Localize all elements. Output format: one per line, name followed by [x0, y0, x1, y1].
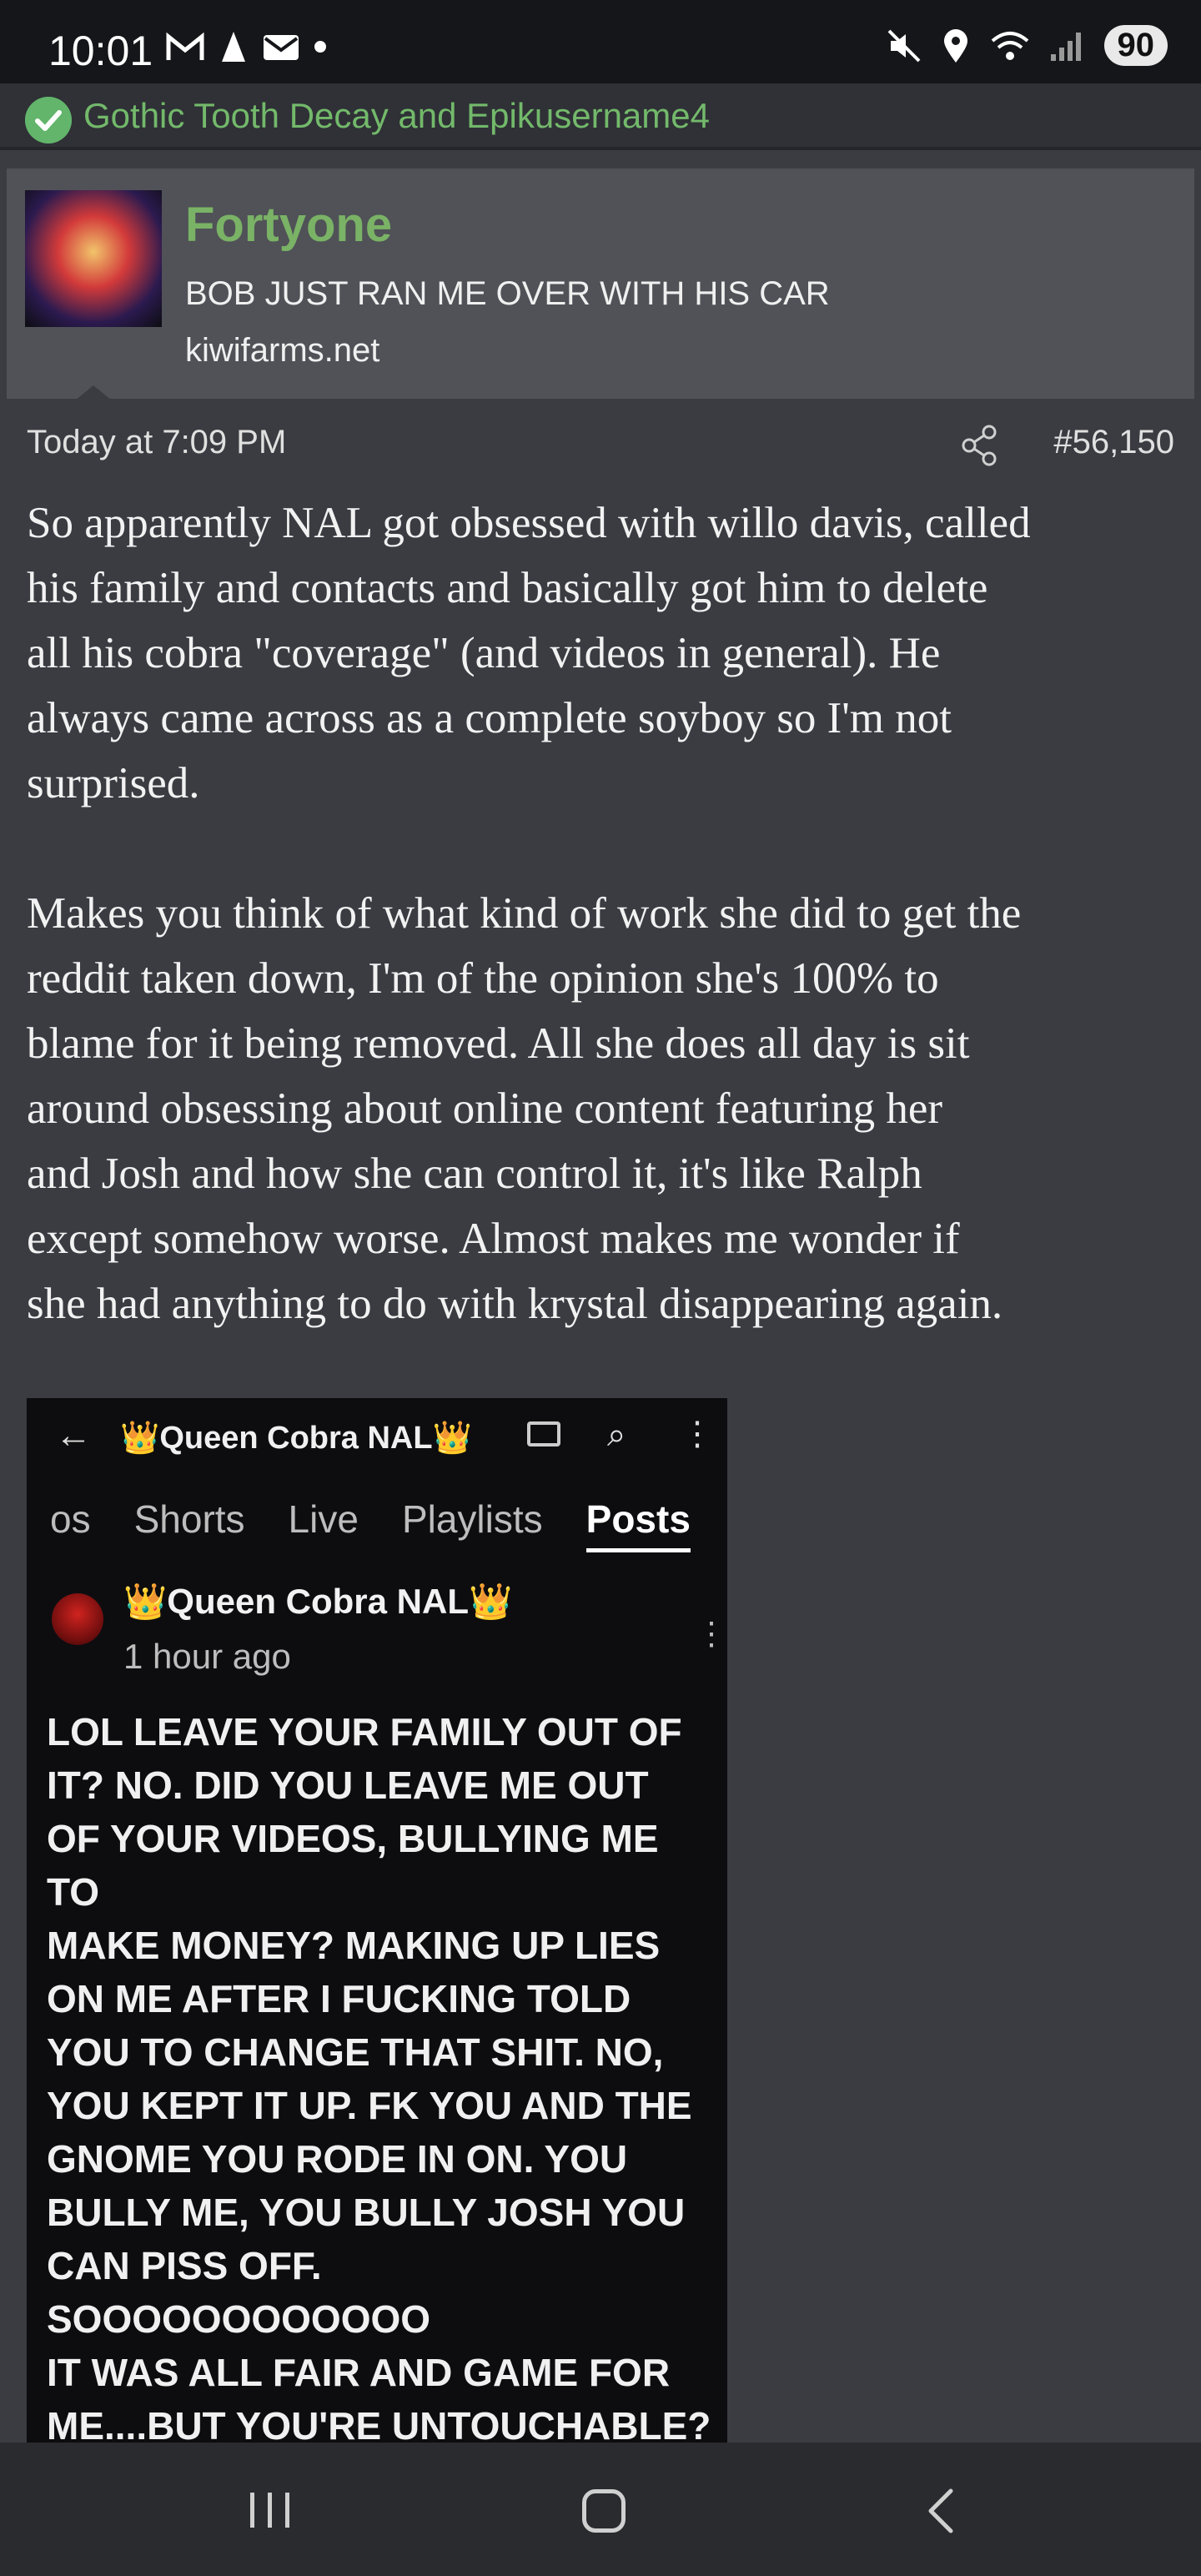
quote-notch [75, 385, 112, 400]
link-domain: kiwifarms.net [185, 332, 380, 369]
post-age: 1 hour ago [123, 1637, 291, 1676]
post-author: 👑Queen Cobra NAL👑 [123, 1582, 513, 1621]
avatar [52, 1593, 103, 1645]
battery-indicator: 90 [1103, 25, 1168, 66]
tab-posts: Posts [585, 1497, 691, 1552]
post-number[interactable]: #56,150 [1053, 424, 1174, 461]
back-arrow-icon: ← [55, 1415, 92, 1456]
gmail-icon [166, 32, 204, 60]
location-icon [943, 28, 967, 63]
more-vertical-icon: ⋮ [681, 1416, 714, 1452]
tab-shorts: Shorts [133, 1497, 245, 1541]
link-title[interactable]: Fortyone [185, 197, 392, 253]
system-icons: 90 [886, 25, 1168, 66]
tab-live: Live [288, 1497, 359, 1541]
wifi-icon [991, 31, 1028, 60]
community-post-text: LOL LEAVE YOUR FAMILY OUT OF IT? NO. DID… [47, 1710, 711, 2443]
post-paragraph: So apparently NAL got obsessed with will… [27, 499, 1031, 808]
check-icon [25, 97, 72, 143]
mail-icon [264, 35, 299, 60]
channel-tabs: os Shorts Live Playlists Posts [50, 1497, 691, 1552]
tab-videos: os [50, 1497, 91, 1541]
mute-icon [887, 29, 920, 62]
status-time: 10:01 [48, 28, 153, 74]
recents-icon[interactable] [247, 2491, 294, 2529]
tab-playlists: Playlists [401, 1497, 543, 1541]
channel-title: 👑Queen Cobra NAL👑 [120, 1421, 472, 1456]
post-body: So apparently NAL got obsessed with will… [27, 491, 1186, 1336]
app-icon [222, 32, 245, 62]
back-icon[interactable] [924, 2488, 957, 2534]
post-timestamp[interactable]: Today at 7:09 PM [27, 424, 286, 461]
link-subtitle: BOB JUST RAN ME OVER WITH HIS CAR [185, 275, 830, 312]
quote-authors[interactable]: Gothic Tooth Decay and Epikusername4 [83, 96, 710, 136]
dot-icon [314, 41, 326, 53]
post-paragraph: Makes you think of what kind of work she… [27, 889, 1022, 1328]
post-menu-icon: ⋮ [696, 1617, 727, 1652]
home-icon[interactable] [582, 2489, 626, 2533]
notification-icons [165, 28, 329, 65]
cast-icon [527, 1421, 560, 1446]
search-icon: ⌕ [607, 1416, 626, 1453]
link-thumbnail[interactable] [25, 190, 162, 327]
share-icon[interactable] [959, 424, 999, 467]
attached-image[interactable]: ← 👑Queen Cobra NAL👑 ⌕ ⋮ os Shorts Live P… [27, 1398, 727, 2443]
signal-icon [1050, 32, 1081, 61]
